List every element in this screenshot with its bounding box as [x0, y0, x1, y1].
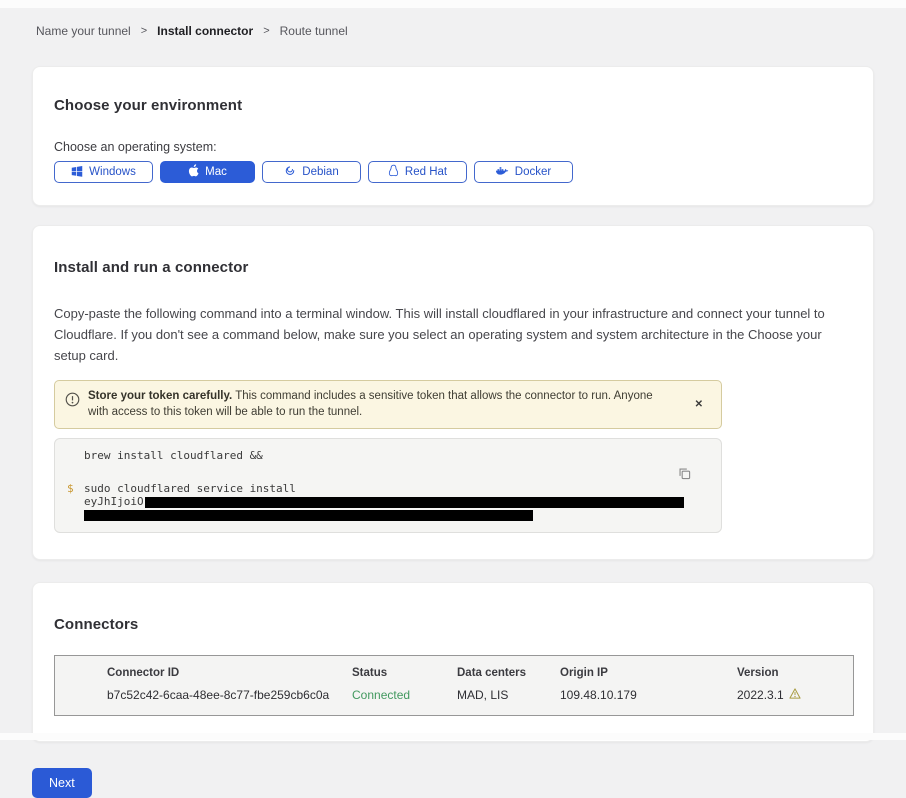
column-header-data-centers: Data centers [457, 667, 560, 679]
connectors-card: Connectors Connector ID Status Data cent… [32, 582, 874, 742]
redacted-token-bar [84, 510, 533, 521]
connectors-table-header: Connector ID Status Data centers Origin … [55, 667, 853, 679]
environment-card-title: Choose your environment [54, 97, 852, 114]
windows-icon [71, 165, 83, 180]
environment-card: Choose your environment Choose an operat… [32, 66, 874, 206]
command-line-2-text: sudo cloudflared service install [84, 482, 296, 495]
command-line-2: $ sudo cloudflared service install [67, 482, 709, 495]
breadcrumb-name-your-tunnel[interactable]: Name your tunnel [36, 24, 131, 38]
status-badge: Connected [352, 688, 457, 702]
os-button-redhat[interactable]: Red Hat [368, 161, 467, 183]
os-select-label: Choose an operating system: [54, 140, 852, 154]
column-header-status: Status [352, 667, 457, 679]
os-button-mac[interactable]: Mac [160, 161, 255, 183]
os-button-group: Windows Mac Debian Red Hat Docker [54, 161, 852, 183]
column-header-connector-id: Connector ID [107, 667, 352, 679]
close-icon[interactable]: ✕ [689, 395, 709, 414]
install-description: Copy-paste the following command into a … [54, 303, 849, 366]
next-button[interactable]: Next [32, 768, 92, 798]
os-button-label: Mac [205, 166, 227, 178]
breadcrumb-route-tunnel[interactable]: Route tunnel [280, 24, 348, 38]
connectors-table: Connector ID Status Data centers Origin … [54, 655, 854, 716]
column-header-version: Version [737, 667, 853, 679]
debian-icon [284, 165, 296, 180]
connector-id-value: b7c52c42-6caa-48ee-8c77-fbe259cb6c0a [107, 688, 352, 702]
install-card-title: Install and run a connector [54, 259, 852, 276]
breadcrumb-separator: > [263, 25, 269, 37]
table-row: b7c52c42-6caa-48ee-8c77-fbe259cb6c0a Con… [55, 688, 853, 702]
connectors-card-title: Connectors [54, 616, 852, 633]
column-header-origin-ip: Origin IP [560, 667, 737, 679]
os-button-windows[interactable]: Windows [54, 161, 153, 183]
version-value: 2022.3.1 [737, 688, 853, 702]
warning-triangle-icon [789, 688, 801, 702]
alert-circle-icon [65, 392, 80, 412]
warning-text: Store your token carefully. This command… [88, 389, 663, 420]
origin-ip-value: 109.48.10.179 [560, 688, 737, 702]
version-number: 2022.3.1 [737, 688, 784, 702]
token-line: eyJhIjoiO [67, 495, 709, 508]
os-button-debian[interactable]: Debian [262, 161, 361, 183]
docker-whale-icon [496, 166, 509, 179]
bottom-edge-strip [0, 733, 906, 740]
token-warning-banner: Store your token carefully. This command… [54, 380, 722, 429]
top-edge-strip [0, 0, 906, 8]
apple-icon [188, 164, 199, 180]
shell-prompt: $ [67, 482, 74, 495]
data-centers-value: MAD, LIS [457, 688, 560, 702]
token-prefix: eyJhIjoiO [84, 495, 144, 508]
linux-penguin-icon [388, 164, 399, 180]
warning-title: Store your token carefully. [88, 390, 232, 402]
breadcrumb-install-connector[interactable]: Install connector [157, 24, 253, 38]
os-button-docker[interactable]: Docker [474, 161, 573, 183]
install-connector-card: Install and run a connector Copy-paste t… [32, 225, 874, 560]
breadcrumb-separator: > [141, 25, 147, 37]
token-line-2 [67, 508, 709, 521]
os-button-label: Windows [89, 166, 136, 178]
command-line-1: brew install cloudflared && [67, 449, 709, 462]
redacted-token-bar [145, 497, 684, 508]
os-button-label: Docker [515, 166, 551, 178]
os-button-label: Red Hat [405, 166, 447, 178]
install-command-block: brew install cloudflared && $ sudo cloudf… [54, 438, 722, 533]
copy-icon[interactable] [676, 465, 693, 485]
os-button-label: Debian [302, 166, 338, 178]
